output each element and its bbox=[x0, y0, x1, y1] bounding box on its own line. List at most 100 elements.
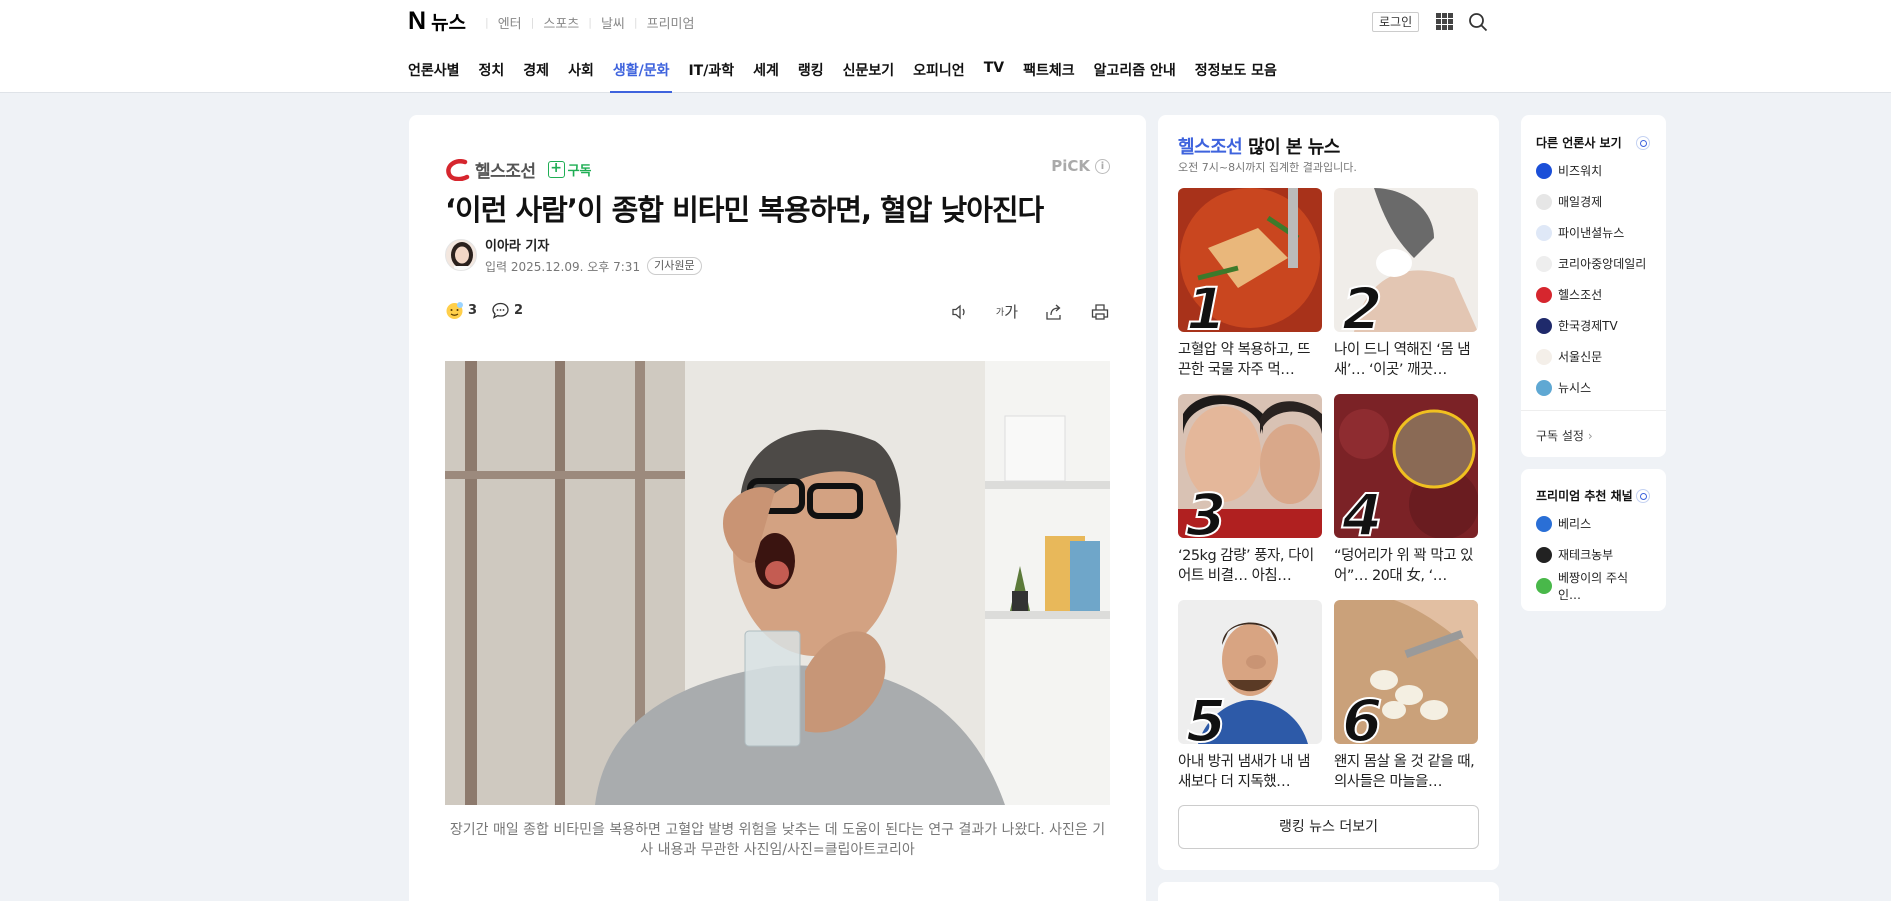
refresh-icon[interactable] bbox=[1636, 135, 1650, 150]
news-logo-text[interactable]: 뉴스 bbox=[431, 8, 466, 35]
pick-label: PiCK bbox=[1051, 157, 1090, 175]
press-item-health-chosun[interactable]: 헬스조선 bbox=[1536, 279, 1651, 310]
subscription-settings-label: 구독 설정 bbox=[1536, 429, 1584, 443]
reaction-button[interactable]: 3 bbox=[445, 301, 477, 320]
service-link-entertainment[interactable]: 엔터 bbox=[498, 13, 522, 32]
press-item-wowtv[interactable]: 한국경제TV bbox=[1536, 310, 1651, 341]
search-icon[interactable] bbox=[1468, 12, 1488, 32]
print-button[interactable] bbox=[1090, 302, 1110, 322]
nav-tab-press[interactable]: 언론사별 bbox=[408, 60, 460, 93]
press-logo-icon bbox=[1536, 348, 1552, 365]
original-article-button[interactable]: 기사원문 bbox=[647, 257, 702, 275]
rank-number: 5 bbox=[1185, 687, 1227, 744]
nav-tab-life-culture[interactable]: 생활/문화 bbox=[609, 60, 673, 93]
nav-tab-tv[interactable]: TV bbox=[984, 60, 1004, 93]
premium-panel: 프리미엄 추천 채널 베리스 재테크농부 베짱이의 주식 인… bbox=[1521, 469, 1666, 611]
premium-item-label: 베짱이의 주식 인… bbox=[1558, 570, 1629, 602]
speaker-button[interactable] bbox=[950, 302, 970, 322]
login-button[interactable]: 로그인 bbox=[1372, 12, 1420, 32]
ranking-item[interactable]: 4 “덩어리가 위 꽉 막고 있어”… 20대 女, ‘… bbox=[1334, 394, 1478, 588]
naver-logo-mark[interactable]: N bbox=[408, 7, 426, 36]
nav-tab-newspaper[interactable]: 신문보기 bbox=[843, 60, 895, 93]
comment-icon bbox=[492, 302, 509, 319]
ranking-title[interactable]: 고혈압 약 복용하고, 뜨끈한 국물 자주 먹… bbox=[1178, 340, 1322, 380]
ranking-item[interactable]: 6 왠지 몸살 올 것 같을 때, 의사들은 마늘을… bbox=[1334, 600, 1478, 794]
rank-number: 3 bbox=[1185, 481, 1227, 538]
nav-tab-opinion[interactable]: 오피니언 bbox=[913, 60, 965, 93]
press-item-joongang-daily[interactable]: 코리아중앙데일리 bbox=[1536, 248, 1651, 279]
service-link-premium[interactable]: 프리미엄 bbox=[647, 13, 695, 32]
subscribe-button[interactable]: + 구독 bbox=[547, 160, 591, 179]
comment-button[interactable]: 2 bbox=[491, 301, 523, 320]
nav-tab-corrections[interactable]: 정정보도 모음 bbox=[1195, 60, 1277, 93]
nav-tab-economy[interactable]: 경제 bbox=[523, 60, 549, 93]
naver-news-logo[interactable]: N 뉴스 bbox=[408, 7, 466, 35]
premium-item[interactable]: 베리스 bbox=[1536, 508, 1651, 539]
press-item-label: 코리아중앙데일리 bbox=[1558, 257, 1647, 271]
next-panel bbox=[1158, 882, 1499, 901]
apps-grid-icon[interactable] bbox=[1436, 13, 1453, 30]
ranking-subtitle: 오전 7시~8시까지 집계한 결과입니다. bbox=[1178, 161, 1357, 174]
reporter-avatar[interactable] bbox=[445, 239, 477, 271]
ranking-title[interactable]: 왠지 몸살 올 것 같을 때, 의사들은 마늘을… bbox=[1334, 752, 1478, 792]
subscription-settings-link[interactable]: 구독 설정 › bbox=[1521, 410, 1666, 444]
press-item-label: 뉴시스 bbox=[1558, 381, 1592, 395]
premium-title: 프리미엄 추천 채널 bbox=[1536, 489, 1633, 503]
press-name[interactable]: 헬스조선 bbox=[475, 157, 536, 182]
reaction-bar: 3 2 bbox=[445, 301, 537, 320]
health-chosun-logo-icon[interactable] bbox=[445, 158, 471, 181]
pick-badge: PiCK i bbox=[1051, 157, 1110, 175]
reaction-count: 3 bbox=[468, 303, 478, 318]
service-link-sports[interactable]: 스포츠 bbox=[543, 13, 579, 32]
press-item-seoul-shinmun[interactable]: 서울신문 bbox=[1536, 341, 1651, 372]
nav-tab-politics[interactable]: 정치 bbox=[479, 60, 505, 93]
ranking-thumbnail[interactable]: 1 bbox=[1178, 188, 1322, 332]
premium-item[interactable]: 재테크농부 bbox=[1536, 539, 1651, 570]
ranking-more-button[interactable]: 랭킹 뉴스 더보기 bbox=[1178, 805, 1479, 849]
press-item-newsis[interactable]: 뉴시스 bbox=[1536, 372, 1651, 403]
ranking-item[interactable]: 1 고혈압 약 복용하고, 뜨끈한 국물 자주 먹… bbox=[1178, 188, 1322, 382]
ranking-item[interactable]: 3 ‘25kg 감량’ 풍자, 다이어트 비결… 아침… bbox=[1178, 394, 1322, 588]
rank-number: 2 bbox=[1341, 275, 1383, 332]
ranking-thumbnail[interactable]: 4 bbox=[1334, 394, 1478, 538]
article-photo bbox=[445, 361, 1110, 805]
service-link-weather[interactable]: 날씨 bbox=[601, 13, 625, 32]
divider: | bbox=[588, 16, 592, 29]
article-title: ‘이런 사람’이 종합 비타민 복용하면, 혈압 낮아진다 bbox=[445, 193, 1044, 227]
font-size-small-glyph: 가 bbox=[995, 308, 1005, 318]
speaker-icon bbox=[952, 304, 965, 319]
refresh-icon[interactable] bbox=[1636, 488, 1650, 503]
divider: | bbox=[530, 16, 535, 29]
nav-tab-ranking[interactable]: 랭킹 bbox=[798, 60, 824, 93]
nav-tab-algorithm[interactable]: 알고리즘 안내 bbox=[1094, 60, 1176, 93]
ranking-title[interactable]: 아내 방귀 냄새가 내 냄새보다 더 지독했… bbox=[1178, 752, 1322, 792]
ranking-thumbnail[interactable]: 3 bbox=[1178, 394, 1322, 538]
nav-tab-society[interactable]: 사회 bbox=[568, 60, 594, 93]
ranking-title[interactable]: “덩어리가 위 꽉 막고 있어”… 20대 女, ‘… bbox=[1334, 546, 1478, 586]
ranking-heading: 헬스조선 많이 본 뉴스 bbox=[1178, 133, 1340, 159]
share-button[interactable] bbox=[1044, 302, 1064, 322]
premium-item[interactable]: 베짱이의 주식 인… bbox=[1536, 570, 1651, 602]
premium-item-label: 베리스 bbox=[1558, 517, 1592, 531]
other-press-list: 비즈워치 매일경제 파이낸셜뉴스 코리아중앙데일리 헬스조선 한국경제TV 서울… bbox=[1521, 155, 1666, 403]
info-icon[interactable]: i bbox=[1095, 158, 1110, 174]
ranking-thumbnail[interactable]: 2 bbox=[1334, 188, 1478, 332]
ranking-title[interactable]: ‘25kg 감량’ 풍자, 다이어트 비결… 아침… bbox=[1178, 546, 1322, 586]
font-size-button[interactable]: 가가 bbox=[996, 301, 1018, 322]
ranking-thumbnail[interactable]: 5 bbox=[1178, 600, 1322, 744]
press-item-bizwatch[interactable]: 비즈워치 bbox=[1536, 155, 1651, 186]
emoji-reaction-icon bbox=[446, 302, 463, 319]
press-logo-icon bbox=[1536, 317, 1552, 334]
nav-tab-it-science[interactable]: IT/과학 bbox=[688, 60, 734, 93]
ranking-item[interactable]: 2 나이 드니 역해진 ‘몸 냄새’… ‘이곳’ 깨끗… bbox=[1334, 188, 1478, 382]
nav-tab-world[interactable]: 세계 bbox=[753, 60, 779, 93]
ranking-thumbnail[interactable]: 6 bbox=[1334, 600, 1478, 744]
ranking-press-link[interactable]: 헬스조선 bbox=[1178, 137, 1243, 158]
press-logo-icon bbox=[1536, 193, 1552, 210]
reporter-name[interactable]: 이아라 기자 bbox=[485, 235, 702, 254]
ranking-title[interactable]: 나이 드니 역해진 ‘몸 냄새’… ‘이곳’ 깨끗… bbox=[1334, 340, 1478, 380]
ranking-item[interactable]: 5 아내 방귀 냄새가 내 냄새보다 더 지독했… bbox=[1178, 600, 1322, 794]
nav-tab-factcheck[interactable]: 팩트체크 bbox=[1023, 60, 1075, 93]
press-item-fnnews[interactable]: 파이낸셜뉴스 bbox=[1536, 217, 1651, 248]
press-item-mk[interactable]: 매일경제 bbox=[1536, 186, 1651, 217]
